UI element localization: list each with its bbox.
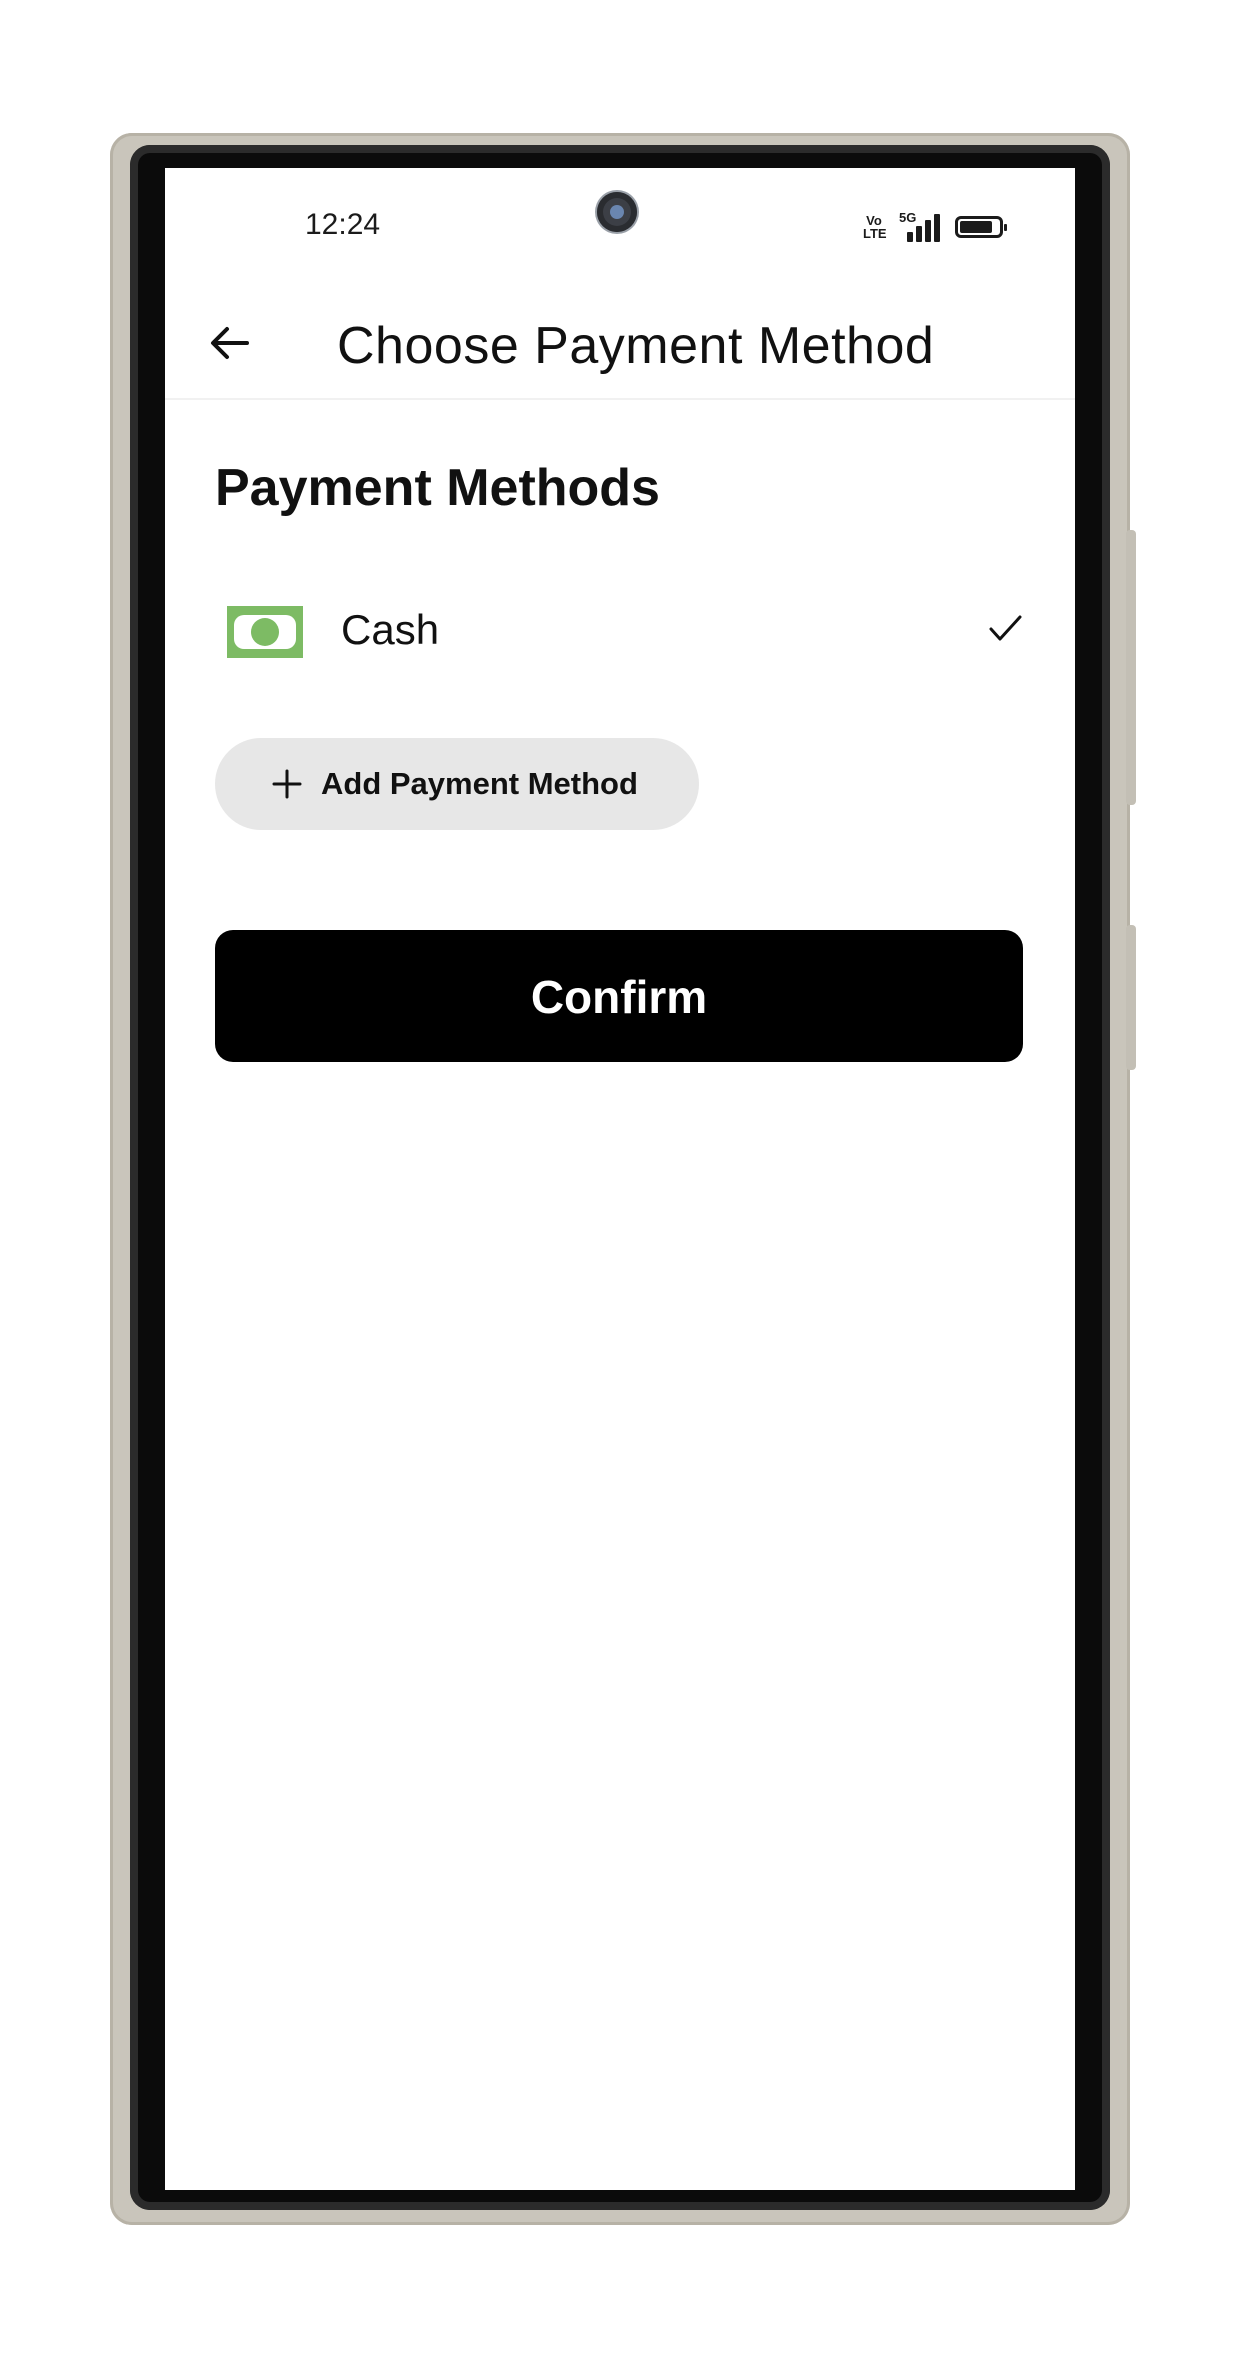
signal-icon: 5G <box>899 210 941 242</box>
section-title: Payment Methods <box>215 459 660 517</box>
check-icon <box>989 615 1022 641</box>
battery-fill <box>960 221 992 233</box>
status-icons: Vo LTE 5G <box>863 210 1007 242</box>
confirm-button[interactable]: Confirm <box>215 930 1023 1062</box>
top-app-bar: Choose Payment Method <box>165 288 1075 400</box>
page-title: Choose Payment Method <box>337 317 935 375</box>
phone-side-button <box>1126 530 1136 805</box>
payment-method-label: Cash <box>341 606 440 653</box>
add-payment-method-label: Add Payment Method <box>321 766 638 801</box>
payment-method-cash[interactable]: Cash <box>215 588 1025 678</box>
status-time: 12:24 <box>305 208 381 241</box>
front-camera <box>597 192 637 232</box>
confirm-label: Confirm <box>530 971 708 1023</box>
volte-icon: Vo LTE <box>863 213 887 241</box>
app-screen: 12:24 Vo LTE 5G Choose Payment Method Pa… <box>165 168 1075 2190</box>
add-payment-method-button[interactable]: Add Payment Method <box>215 738 699 830</box>
battery-icon <box>955 216 1007 238</box>
arrow-left-icon <box>211 327 249 359</box>
plus-icon <box>272 769 302 799</box>
back-button[interactable] <box>205 318 255 368</box>
cash-icon <box>227 606 303 658</box>
network-type: 5G <box>899 210 917 225</box>
phone-side-button <box>1126 925 1136 1070</box>
